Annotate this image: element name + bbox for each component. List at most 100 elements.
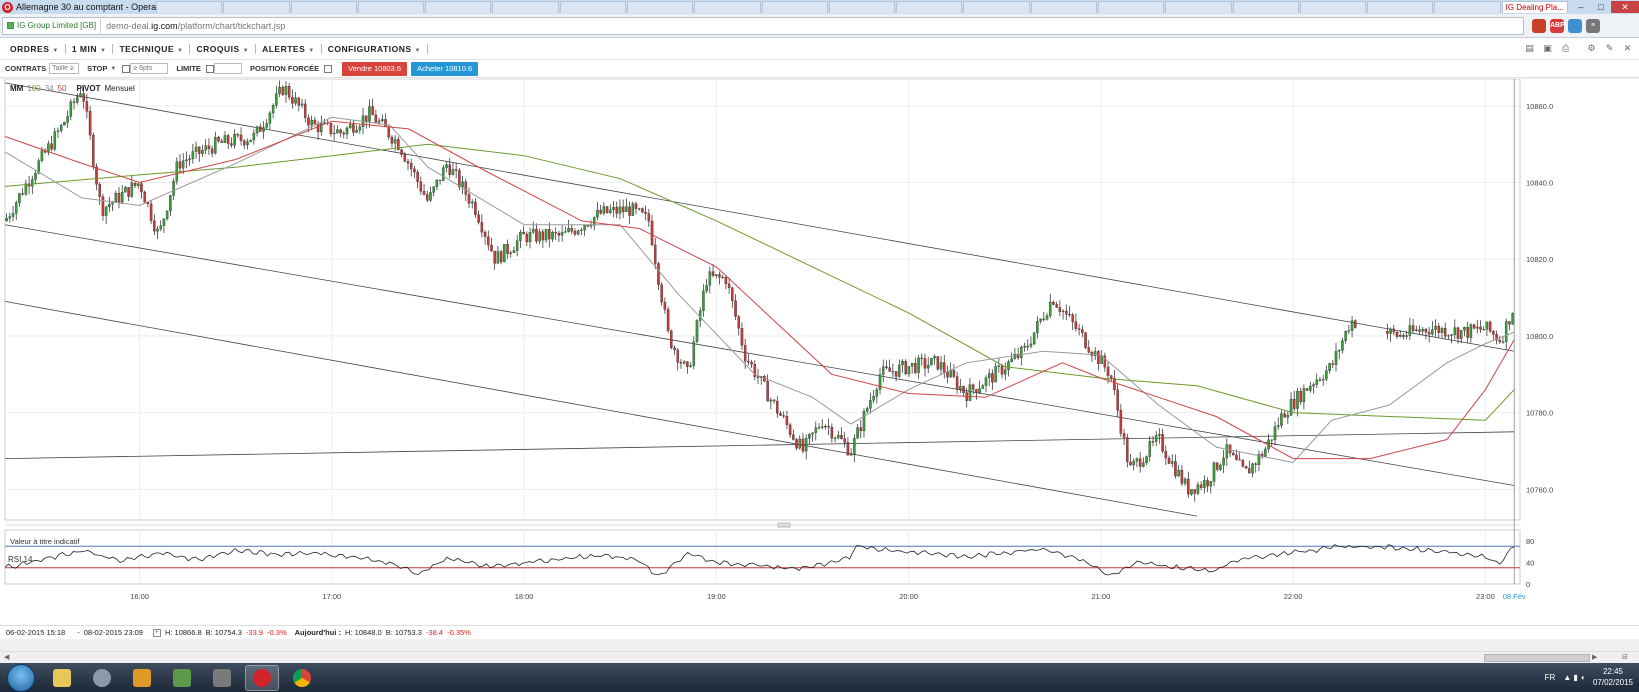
browser-tab[interactable] [290,1,357,13]
candle-body [734,300,737,317]
clock[interactable]: 22:45 07/02/2015 [1593,666,1633,688]
candle-body [422,191,426,195]
browser-tab[interactable] [492,1,559,13]
candle-body [689,365,692,367]
expand-icon[interactable]: + [152,628,161,637]
image-icon[interactable]: ▣ [1542,43,1553,54]
candle-body [1177,469,1180,477]
chrome-app[interactable] [285,665,319,691]
scroll-left-icon[interactable]: ◀ [4,653,9,661]
menu-alerts[interactable]: ALERTES ▼ [262,43,322,54]
browser-tab[interactable] [1434,1,1501,13]
browser-tab[interactable] [694,1,761,13]
tool-app[interactable] [165,665,199,691]
menu-configurations[interactable]: CONFIGURATIONS ▼ [328,43,428,54]
minimize-button[interactable]: – [1571,1,1591,13]
chart-scrollbar[interactable]: ◀ ▶ ⊟ [0,651,1639,663]
candle-body [820,426,824,428]
candle-body [1036,321,1039,333]
opera-app[interactable] [245,664,279,691]
start-button[interactable] [7,663,35,692]
camera-app[interactable] [205,665,239,691]
candle-body [313,119,317,125]
pin-icon[interactable]: ✎ [1604,43,1615,54]
candle-body [1270,439,1274,441]
security-badge[interactable]: IG Group Limited [GB] [3,18,102,33]
browser-tab[interactable] [761,1,828,13]
browser-tab[interactable] [896,1,963,13]
browser-tab[interactable] [357,1,425,13]
menu-orders[interactable]: ORDRES ▼ [10,43,66,54]
gear-icon[interactable]: ⚙ [1586,43,1597,54]
from-date[interactable]: 06-02-2015 15:18 [6,628,65,637]
stop-checkbox[interactable] [122,64,131,73]
stop-input[interactable] [130,63,169,74]
candle-body [1132,461,1135,466]
browser-tab[interactable] [1299,1,1367,13]
size-input[interactable] [49,63,80,74]
print-icon[interactable]: ⎙ [1560,43,1571,54]
candle-body [692,341,696,366]
candle-body [676,349,679,363]
opera-menu-icon[interactable]: ≡ [1586,18,1600,33]
browser-tab[interactable] [1030,1,1097,13]
browser-tab[interactable] [1367,1,1434,13]
browser-tab[interactable] [626,1,694,13]
scroll-thumb[interactable] [1484,654,1590,662]
url-field[interactable]: IG Group Limited [GB] demo-deal.ig.com/p… [2,16,1524,35]
maximize-button[interactable]: □ [1591,1,1611,13]
close-icon[interactable]: ✕ [1622,43,1633,54]
buy-button[interactable]: Acheter 10810.6 [411,61,479,76]
limit-checkbox[interactable] [205,64,214,73]
layers-icon[interactable]: ▤ [1524,43,1535,54]
to-date[interactable]: 08-02-2015 23:09 [84,628,143,637]
util-app[interactable] [85,665,119,691]
stop-dropdown-icon[interactable]: ▼ [110,66,116,72]
adblock-icon[interactable]: ABP [1550,18,1565,33]
browser-tab[interactable] [1097,1,1165,13]
candle-body [814,427,818,433]
red-extension-icon[interactable] [1532,18,1546,33]
browser-tab[interactable] [559,1,626,13]
candle-body [1145,456,1148,463]
browser-tab[interactable] [223,1,290,13]
candle-body [506,244,509,254]
menu-technical[interactable]: TECHNIQUE ▼ [119,43,191,54]
candle-body [172,181,175,196]
system-tray: FR ▲ ▮ ◖ 22:45 07/02/2015 [1545,666,1633,688]
browser-tab[interactable] [828,1,896,13]
browser-tab[interactable] [425,1,492,13]
blue-extension-icon[interactable] [1568,18,1582,33]
candle-body [480,222,484,233]
browser-tab[interactable]: IG Dealing Pla... [1501,1,1568,13]
menu-sketches[interactable]: CROQUIS ▼ [196,43,257,54]
chart-area[interactable]: 16:00 17:00 18:00 19:00 20:00 21:00 22:00 23:00… [0,79,1639,625]
candle-body [1289,398,1293,416]
candle-body [297,97,301,106]
candle-body [776,400,779,414]
candle-body [1151,441,1155,443]
candle-body [409,163,413,170]
language-indicator[interactable]: FR [1545,673,1556,682]
candle-body [872,396,875,401]
candle-body [592,216,596,226]
browser-tab[interactable] [1165,1,1232,13]
price-chart[interactable]: 16:00 17:00 18:00 19:00 20:00 21:00 22:00 23:00… [0,79,1639,625]
zoom-icon[interactable]: ⊟ [1622,653,1628,661]
explorer-app[interactable] [45,665,79,691]
limit-input[interactable] [213,63,242,74]
media-app[interactable] [125,665,159,691]
close-button[interactable]: ✕ [1611,1,1639,13]
tray-icons[interactable]: ▲ ▮ ◖ [1563,673,1585,682]
candle-body [355,130,358,133]
menu-interval[interactable]: 1 MIN ▼ [72,43,114,54]
scroll-right-icon[interactable]: ▶ [1592,653,1597,661]
forced-position-checkbox[interactable] [324,64,333,73]
browser-tab[interactable] [156,1,223,13]
browser-tab[interactable] [1232,1,1299,13]
candle-body [384,119,387,128]
sell-button[interactable]: Vendre 10803.6 [342,61,408,76]
browser-tab[interactable] [963,1,1030,13]
candle-body [904,360,907,375]
candle-body [1119,410,1123,434]
